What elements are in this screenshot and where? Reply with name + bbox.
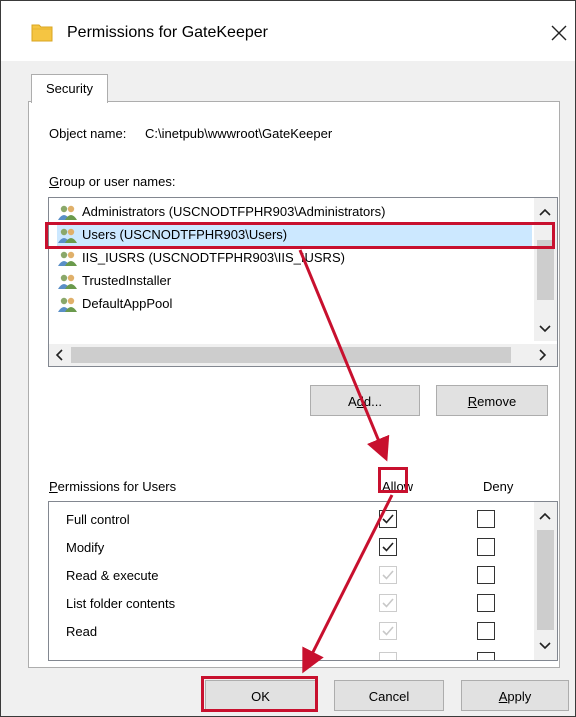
group-label-accesskey: G bbox=[49, 174, 60, 189]
allow-next-permission-checkbox[interactable] bbox=[379, 652, 397, 660]
tab-security[interactable]: Security bbox=[31, 74, 108, 103]
object-name-label: Object name: bbox=[49, 126, 127, 141]
check-icon bbox=[382, 514, 394, 524]
folder-icon bbox=[31, 24, 53, 42]
permission-name: Full control bbox=[66, 512, 130, 527]
group-label-rest: roup or user names: bbox=[59, 174, 176, 189]
list-item-label: TrustedInstaller bbox=[82, 273, 172, 288]
allow-modify-checkbox[interactable] bbox=[379, 538, 397, 556]
allow-read-checkbox[interactable] bbox=[379, 622, 397, 640]
group-user-listbox[interactable]: Administrators (USCNODTFPHR903\Administr… bbox=[48, 197, 558, 367]
permissions-for-label: Permissions for Users bbox=[49, 479, 176, 494]
group-list-vertical-scrollbar[interactable] bbox=[534, 198, 557, 341]
list-item-defaultapppool[interactable]: DefaultAppPool bbox=[57, 294, 532, 316]
remove-button-label-rest: emove bbox=[477, 394, 517, 409]
permission-name: List folder contents bbox=[66, 596, 176, 611]
allow-column-header: Allow bbox=[382, 479, 414, 494]
add-button-label-end: d... bbox=[363, 394, 382, 409]
permission-name: Read bbox=[66, 624, 98, 639]
list-item-administrators[interactable]: Administrators (USCNODTFPHR903\Administr… bbox=[57, 202, 532, 224]
chevron-right-icon[interactable] bbox=[533, 346, 551, 364]
users-group-icon bbox=[58, 274, 77, 289]
remove-button[interactable]: Remove bbox=[436, 385, 548, 416]
window-title: Permissions for GateKeeper bbox=[67, 24, 268, 41]
close-icon[interactable] bbox=[547, 21, 571, 45]
allow-read-execute-checkbox[interactable] bbox=[379, 566, 397, 584]
permission-name: Read & execute bbox=[66, 568, 159, 583]
cancel-button[interactable]: Cancel bbox=[334, 680, 444, 711]
permissions-label-accesskey: P bbox=[49, 479, 58, 494]
list-item-label: DefaultAppPool bbox=[82, 296, 173, 311]
chevron-up-icon[interactable] bbox=[536, 508, 554, 526]
deny-column-header: Deny bbox=[483, 479, 514, 494]
check-icon bbox=[382, 542, 394, 552]
list-item-label: Users (USCNODTFPHR903\Users) bbox=[82, 227, 288, 242]
chevron-up-icon[interactable] bbox=[536, 204, 554, 222]
list-item-iis-iusrs[interactable]: IIS_IUSRS (USCNODTFPHR903\IIS_IUSRS) bbox=[57, 248, 532, 270]
allow-list-folder-contents-checkbox[interactable] bbox=[379, 594, 397, 612]
security-tab-panel: Object name: C:\inetpub\wwwroot\GateKeep… bbox=[28, 101, 560, 668]
list-item-label: Administrators (USCNODTFPHR903\Administr… bbox=[82, 204, 386, 219]
deny-read-execute-checkbox[interactable] bbox=[477, 566, 495, 584]
deny-read-checkbox[interactable] bbox=[477, 622, 495, 640]
group-list-horizontal-scrollbar[interactable] bbox=[49, 344, 557, 366]
apply-button[interactable]: Apply bbox=[461, 680, 569, 711]
deny-list-folder-contents-checkbox[interactable] bbox=[477, 594, 495, 612]
scrollbar-thumb[interactable] bbox=[537, 240, 554, 300]
permission-row-full-control: Full control bbox=[49, 506, 529, 534]
check-icon bbox=[382, 598, 394, 608]
users-group-icon bbox=[58, 205, 77, 220]
remove-button-accesskey: R bbox=[467, 394, 478, 409]
list-item-label: IIS_IUSRS (USCNODTFPHR903\IIS_IUSRS) bbox=[82, 250, 345, 265]
permission-row-list-folder-contents: List folder contents bbox=[49, 590, 529, 618]
list-item-trustedinstaller[interactable]: TrustedInstaller bbox=[57, 271, 532, 293]
deny-next-permission-checkbox[interactable] bbox=[477, 652, 495, 660]
users-group-icon bbox=[58, 297, 77, 312]
title-bar: Permissions for GateKeeper bbox=[1, 1, 575, 61]
permission-row-partial bbox=[49, 648, 529, 660]
apply-button-label-rest: pply bbox=[507, 689, 532, 704]
users-group-icon bbox=[58, 228, 77, 243]
check-icon bbox=[382, 626, 394, 636]
chevron-down-icon[interactable] bbox=[536, 319, 554, 337]
scrollbar-thumb[interactable] bbox=[71, 347, 511, 363]
chevron-down-icon[interactable] bbox=[536, 636, 554, 654]
permission-row-modify: Modify bbox=[49, 534, 529, 562]
group-or-user-names-label: Group or user names: bbox=[49, 174, 175, 189]
users-group-icon bbox=[58, 251, 77, 266]
permissions-label-rest: ermissions for Users bbox=[57, 479, 177, 494]
permissions-vertical-scrollbar[interactable] bbox=[534, 502, 557, 660]
add-button[interactable]: Add... bbox=[310, 385, 420, 416]
permission-row-read-execute: Read & execute bbox=[49, 562, 529, 590]
add-button-accesskey: d bbox=[356, 394, 364, 409]
deny-modify-checkbox[interactable] bbox=[477, 538, 495, 556]
dialog-body: Security Object name: C:\inetpub\wwwroot… bbox=[1, 61, 575, 716]
chevron-left-icon[interactable] bbox=[51, 346, 69, 364]
permission-name: Modify bbox=[66, 540, 105, 555]
add-button-label-start: A bbox=[348, 394, 357, 409]
list-item-users[interactable]: Users (USCNODTFPHR903\Users) bbox=[57, 225, 532, 247]
object-name-value: C:\inetpub\wwwroot\GateKeeper bbox=[145, 126, 333, 141]
check-icon bbox=[382, 570, 394, 580]
scrollbar-thumb[interactable] bbox=[537, 530, 554, 630]
deny-full-control-checkbox[interactable] bbox=[477, 510, 495, 528]
permissions-dialog: Permissions for GateKeeper Security Obje… bbox=[0, 0, 576, 717]
ok-button[interactable]: OK bbox=[205, 680, 316, 711]
permission-row-read: Read bbox=[49, 618, 529, 646]
allow-full-control-checkbox[interactable] bbox=[379, 510, 397, 528]
permissions-list: Full control Modify Read & execute List … bbox=[48, 501, 558, 661]
